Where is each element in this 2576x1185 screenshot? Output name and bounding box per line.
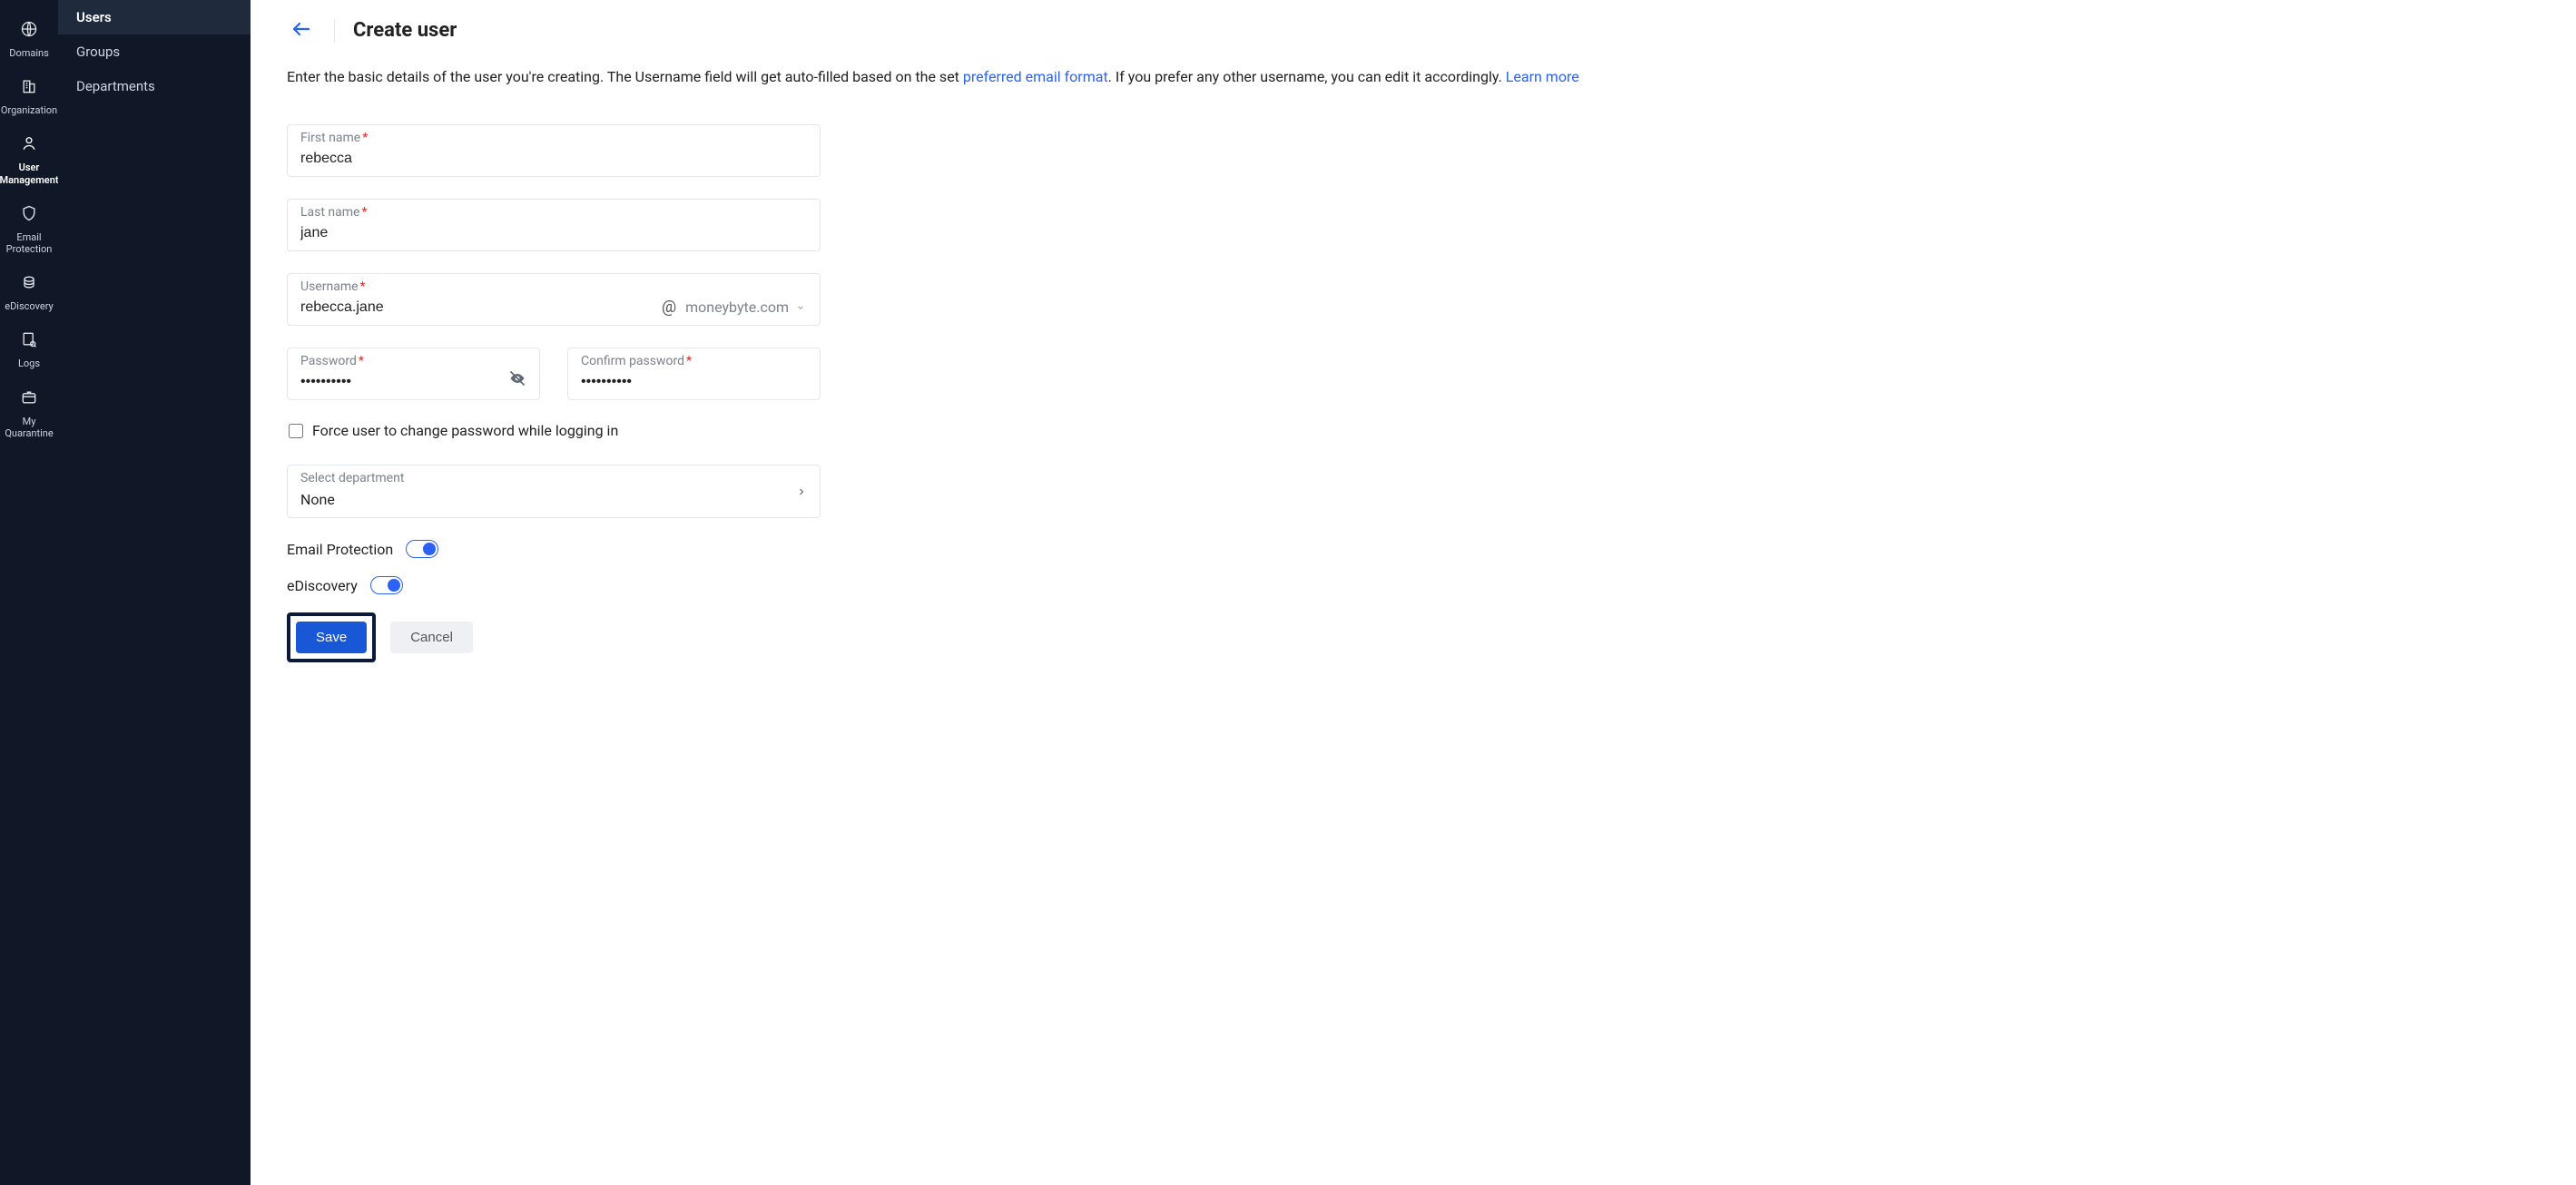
intro-text: Enter the basic details of the user you'… — [287, 66, 2540, 88]
rail-item-logs[interactable]: Logs — [0, 325, 58, 382]
rail-label: Domains — [9, 47, 49, 59]
cancel-button[interactable]: Cancel — [390, 622, 473, 653]
department-field[interactable]: Select department None — [287, 465, 821, 518]
last-name-field[interactable]: Last name* — [287, 199, 821, 251]
username-label: Username* — [300, 279, 653, 294]
subnav-item-departments[interactable]: Departments — [58, 69, 251, 103]
subnav-item-users[interactable]: Users — [58, 0, 251, 34]
ediscovery-label: eDiscovery — [287, 577, 358, 594]
globe-icon — [20, 20, 38, 42]
subnav-item-groups[interactable]: Groups — [58, 34, 251, 69]
first-name-label: First name* — [300, 131, 807, 145]
username-input[interactable] — [300, 298, 653, 318]
page-title: Create user — [353, 19, 457, 42]
rail-label: User Management — [0, 162, 59, 185]
department-label: Select department — [300, 471, 807, 485]
email-protection-toggle[interactable] — [406, 540, 438, 558]
force-password-change-checkbox[interactable] — [289, 424, 303, 438]
rail-item-email-protection[interactable]: Email Protection — [0, 199, 58, 268]
rail-item-ediscovery[interactable]: eDiscovery — [0, 268, 58, 325]
save-highlight-box: Save — [287, 612, 376, 662]
domain-select[interactable]: moneybyte.com — [685, 299, 807, 316]
create-user-form: First name* Last name* Username* @ money… — [287, 124, 821, 662]
email-protection-label: Email Protection — [287, 541, 393, 558]
rail-item-user-management[interactable]: User Management — [0, 129, 58, 198]
building-icon — [20, 77, 38, 99]
rail-item-my-quarantine[interactable]: My Quarantine — [0, 383, 58, 452]
last-name-input[interactable] — [300, 223, 807, 243]
divider — [334, 19, 335, 43]
rail-label: My Quarantine — [2, 416, 56, 439]
preferred-email-format-link[interactable]: preferred email format — [963, 68, 1108, 85]
password-input[interactable] — [300, 372, 501, 392]
password-field[interactable]: Password* — [287, 348, 540, 400]
user-icon — [20, 134, 38, 156]
username-field[interactable]: Username* @ moneybyte.com — [287, 273, 821, 326]
last-name-label: Last name* — [300, 205, 807, 220]
arrow-left-icon — [290, 18, 312, 43]
password-label: Password* — [300, 354, 501, 368]
domain-value: moneybyte.com — [685, 299, 789, 316]
quarantine-icon — [20, 388, 38, 410]
rail-label: eDiscovery — [5, 300, 53, 312]
at-symbol: @ — [653, 298, 685, 317]
rail-label: Logs — [18, 357, 40, 369]
first-name-input[interactable] — [300, 149, 807, 169]
rail-label: Organization — [1, 104, 57, 116]
email-protection-row: Email Protection — [287, 540, 821, 558]
form-actions: Save Cancel — [287, 612, 821, 662]
ediscovery-icon — [20, 273, 38, 295]
force-password-change-label: Force user to change password while logg… — [312, 422, 618, 439]
page-header: Create user — [287, 15, 2540, 46]
rail-item-domains[interactable]: Domains — [0, 15, 58, 72]
force-password-change-row[interactable]: Force user to change password while logg… — [289, 422, 821, 439]
department-value: None — [300, 489, 807, 510]
chevron-down-icon — [796, 299, 805, 316]
ediscovery-row: eDiscovery — [287, 576, 821, 594]
learn-more-link[interactable]: Learn more — [1506, 68, 1579, 85]
logs-icon — [20, 330, 38, 352]
main-content: Create user Enter the basic details of t… — [251, 0, 2576, 1185]
shield-icon — [20, 204, 38, 226]
eye-off-icon[interactable] — [501, 355, 526, 391]
ediscovery-toggle[interactable] — [370, 576, 403, 594]
confirm-password-input[interactable] — [581, 372, 807, 392]
confirm-password-label: Confirm password* — [581, 354, 807, 368]
first-name-field[interactable]: First name* — [287, 124, 821, 177]
save-button[interactable]: Save — [296, 622, 367, 653]
back-button[interactable] — [287, 15, 316, 46]
rail-item-organization[interactable]: Organization — [0, 72, 58, 129]
sub-sidebar: Users Groups Departments — [58, 0, 251, 1185]
rail-label: Email Protection — [2, 231, 56, 255]
icon-rail: Domains Organization User Management Ema… — [0, 0, 58, 1185]
confirm-password-field[interactable]: Confirm password* — [567, 348, 821, 400]
